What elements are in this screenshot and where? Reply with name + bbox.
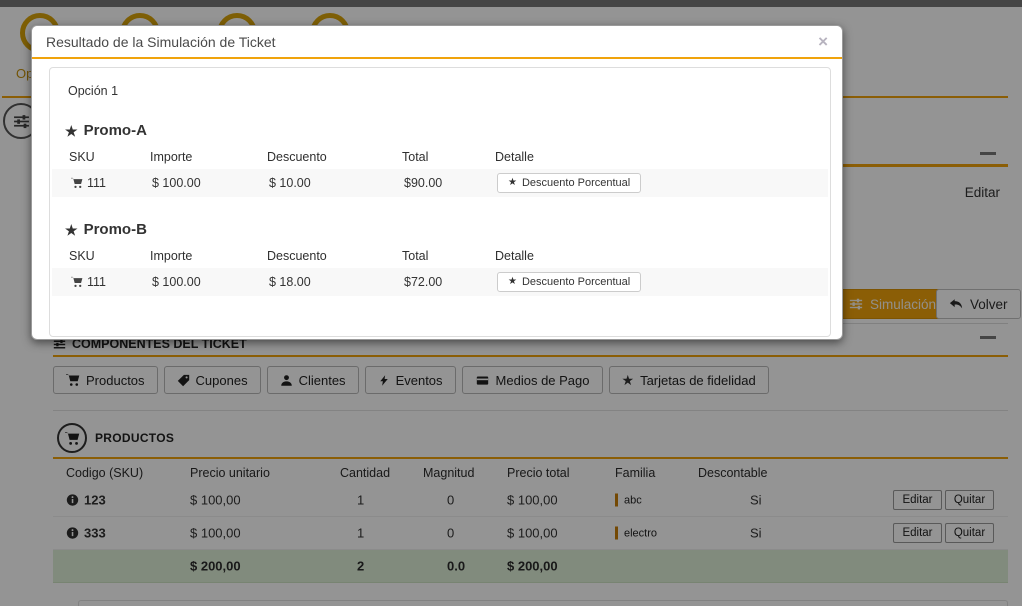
modal-body: Opción 1 ★ Promo-A SKU Importe Descuento… bbox=[32, 59, 842, 341]
promo-name: Promo-A bbox=[83, 122, 147, 139]
total-cell: $90.00 bbox=[404, 176, 443, 190]
importe-cell: $ 100.00 bbox=[152, 275, 201, 289]
simulation-result-modal: Resultado de la Simulación de Ticket × O… bbox=[31, 25, 843, 340]
promo-heading: ★ Promo-B bbox=[65, 221, 830, 238]
column-header: Importe bbox=[150, 150, 193, 164]
option-panel: Opción 1 ★ Promo-A SKU Importe Descuento… bbox=[49, 67, 831, 337]
detail-button[interactable]: ★ Descuento Porcentual bbox=[497, 272, 642, 292]
column-header: Importe bbox=[150, 249, 193, 263]
modal-title: Resultado de la Simulación de Ticket bbox=[46, 33, 276, 50]
modal-header: Resultado de la Simulación de Ticket × bbox=[32, 26, 842, 59]
star-icon: ★ bbox=[65, 221, 78, 238]
promo-name: Promo-B bbox=[83, 221, 147, 238]
cart-icon bbox=[71, 177, 83, 189]
column-header: SKU bbox=[69, 150, 95, 164]
sku-cell: 111 bbox=[71, 176, 106, 190]
close-icon[interactable]: × bbox=[818, 33, 828, 50]
sku-value: 111 bbox=[87, 176, 107, 190]
descuento-cell: $ 18.00 bbox=[269, 275, 311, 289]
promo-table-header: SKU Importe Descuento Total Detalle bbox=[50, 145, 830, 169]
promo-table-header: SKU Importe Descuento Total Detalle bbox=[50, 244, 830, 268]
detail-button[interactable]: ★ Descuento Porcentual bbox=[497, 173, 642, 193]
column-header: Descuento bbox=[267, 150, 327, 164]
option-label: Opción 1 bbox=[68, 84, 119, 98]
importe-cell: $ 100.00 bbox=[152, 176, 201, 190]
descuento-cell: $ 10.00 bbox=[269, 176, 311, 190]
star-icon: ★ bbox=[65, 122, 78, 139]
star-icon: ★ bbox=[508, 177, 517, 188]
promo-row: 111 $ 100.00 $ 18.00 $72.00 ★ Descuento … bbox=[52, 268, 828, 296]
application-window: Opciones Editar bbox=[0, 0, 1022, 606]
detail-button-label: Descuento Porcentual bbox=[521, 177, 631, 189]
star-icon: ★ bbox=[508, 276, 517, 287]
promo-row: 111 $ 100.00 $ 10.00 $90.00 ★ Descuento … bbox=[52, 169, 828, 197]
column-header: Descuento bbox=[267, 249, 327, 263]
column-header: Detalle bbox=[495, 150, 534, 164]
column-header: SKU bbox=[69, 249, 95, 263]
sku-cell: 111 bbox=[71, 275, 106, 289]
column-header: Total bbox=[402, 150, 429, 164]
promo-heading: ★ Promo-A bbox=[65, 122, 830, 139]
detail-button-label: Descuento Porcentual bbox=[521, 276, 631, 288]
sku-value: 111 bbox=[87, 275, 107, 289]
column-header: Detalle bbox=[495, 249, 534, 263]
total-cell: $72.00 bbox=[404, 275, 443, 289]
column-header: Total bbox=[402, 249, 429, 263]
cart-icon bbox=[71, 276, 83, 288]
